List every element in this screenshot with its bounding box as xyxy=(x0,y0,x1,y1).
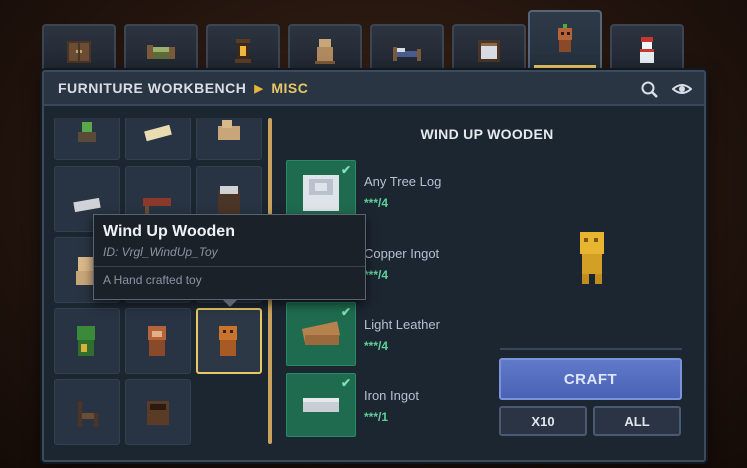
tab-wardrobe[interactable] xyxy=(42,24,116,76)
ingredient-count: ***/4 xyxy=(364,268,389,282)
tab-pot[interactable] xyxy=(288,24,362,76)
statue-icon xyxy=(218,120,240,140)
category-label: MISC xyxy=(271,80,309,96)
tooltip-item-id: ID: Vrgl_WindUp_Toy xyxy=(103,245,218,259)
ingredient-name: Any Tree Log xyxy=(364,174,442,189)
tooltip-divider xyxy=(94,266,365,267)
ingredient-name: Iron Ingot xyxy=(364,388,419,403)
item-preview-icon xyxy=(580,232,604,284)
bed-icon xyxy=(147,45,175,59)
tab-cot[interactable] xyxy=(370,24,444,76)
ingredient-slot[interactable]: ✔ xyxy=(286,302,356,366)
check-icon: ✔ xyxy=(340,163,351,177)
pot-icon xyxy=(315,39,335,64)
item-tooltip: Wind Up Wooden ID: Vrgl_WindUp_Toy A Han… xyxy=(93,214,366,307)
light-leather-icon xyxy=(301,321,341,345)
iron-ingot-icon xyxy=(303,398,339,412)
crate-icon xyxy=(478,40,500,62)
monkey-toy-icon xyxy=(148,326,166,356)
ingredient-name: Light Leather xyxy=(364,317,440,332)
breadcrumb-arrow-icon: ▶ xyxy=(254,82,264,95)
panel-header: FURNITURE WORKBENCH ▶ MISC xyxy=(44,72,704,106)
search-icon[interactable] xyxy=(640,80,660,98)
bucket-icon xyxy=(147,401,169,425)
plant-pot-icon xyxy=(78,122,96,142)
tooltip-item-name: Wind Up Wooden xyxy=(103,223,235,240)
craft-x10-button[interactable]: X10 xyxy=(499,406,587,436)
item-slot-selected[interactable] xyxy=(196,308,262,374)
snowman-icon xyxy=(640,37,654,63)
cot-icon xyxy=(393,47,421,61)
craft-button[interactable]: CRAFT xyxy=(499,358,682,400)
tree-log-icon xyxy=(303,175,339,211)
ingredient-count: ***/4 xyxy=(364,196,389,210)
lantern-icon xyxy=(235,39,251,63)
recipe-title: WIND UP WOODEN xyxy=(420,126,554,142)
wind-up-toy-icon xyxy=(558,24,572,52)
check-icon: ✔ xyxy=(340,376,351,390)
ingredient-slot[interactable]: ✔ xyxy=(286,373,356,437)
check-icon: ✔ xyxy=(340,305,351,319)
item-slot[interactable] xyxy=(125,308,191,374)
ingredient-count: ***/1 xyxy=(364,410,389,424)
item-slot[interactable] xyxy=(125,118,191,160)
tooltip-description: A Hand crafted toy xyxy=(103,273,202,287)
scroll-icon xyxy=(144,124,172,142)
wardrobe-icon xyxy=(67,41,91,63)
wind-up-wooden-icon xyxy=(219,326,237,356)
item-slot[interactable] xyxy=(54,118,120,160)
item-slot[interactable] xyxy=(54,308,120,374)
item-slot[interactable] xyxy=(125,379,191,445)
tab-snowman[interactable] xyxy=(610,24,684,76)
category-tabs xyxy=(42,10,702,76)
ingredient-name: Copper Ingot xyxy=(364,246,440,261)
craft-all-button[interactable]: ALL xyxy=(593,406,681,436)
item-slot[interactable] xyxy=(196,118,262,160)
chair-icon xyxy=(78,401,98,427)
eye-icon[interactable] xyxy=(672,80,692,98)
tab-bed[interactable] xyxy=(124,24,198,76)
tab-crate[interactable] xyxy=(452,24,526,76)
workbench-title: FURNITURE WORKBENCH xyxy=(58,80,247,96)
ingredient-count: ***/4 xyxy=(364,339,389,353)
item-slot[interactable] xyxy=(54,379,120,445)
tab-wind-up-toy[interactable] xyxy=(528,10,602,68)
tab-lantern[interactable] xyxy=(206,24,280,76)
green-toy-icon xyxy=(77,326,95,356)
action-divider xyxy=(500,348,682,350)
